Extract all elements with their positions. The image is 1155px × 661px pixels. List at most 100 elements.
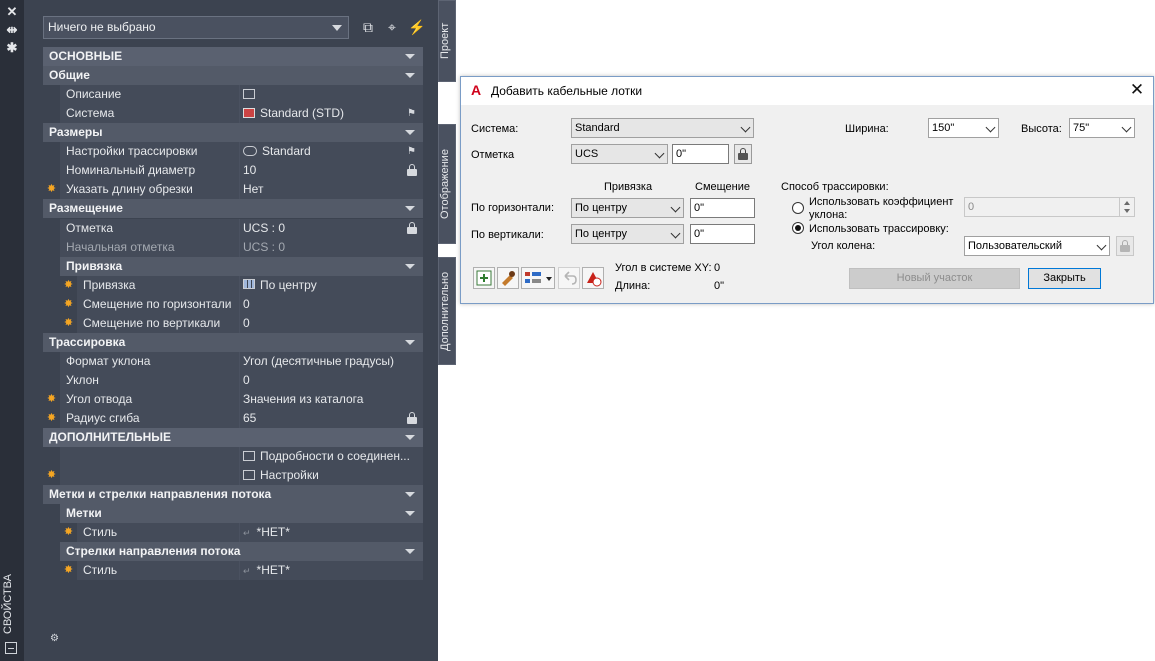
vertical-anchor-combo[interactable]: По центру (571, 224, 684, 244)
property-row[interactable]: Номинальный диаметр 10 (43, 161, 423, 181)
tab-project[interactable]: Проект (438, 0, 456, 82)
picker-icon[interactable]: ⚑ (406, 146, 417, 157)
property-row[interactable]: ✸ Смещение по вертикали 0 (43, 313, 423, 333)
lock-icon[interactable] (407, 411, 417, 424)
palette-titlebar: ✕ ⇹ ✱ СВОЙСТВА (0, 0, 24, 661)
subcategory-header[interactable]: Привязка (43, 256, 423, 276)
elevation-input[interactable]: 0" (672, 144, 729, 164)
quick-select-icon[interactable]: ⚡ (408, 19, 425, 35)
property-value[interactable]: По центру (243, 276, 418, 295)
chevron-down-icon[interactable] (405, 130, 415, 136)
width-combo[interactable]: 150" (928, 118, 999, 138)
close-run-button[interactable] (582, 267, 604, 289)
property-row[interactable]: Описание (43, 85, 423, 105)
autohide-icon[interactable]: ⇹ (4, 23, 20, 37)
category-header[interactable]: ДОПОЛНИТЕЛЬНЫЕ (43, 428, 423, 447)
property-row[interactable]: ✸ Указать длину обрезки Нет (43, 180, 423, 200)
property-row[interactable]: Начальная отметка UCS : 0 (43, 237, 423, 257)
palette-settings-icon[interactable]: ✱ (4, 41, 20, 55)
use-routing-radio[interactable] (792, 222, 804, 234)
elbow-lock-button[interactable] (1116, 236, 1134, 256)
chevron-down-icon[interactable] (405, 339, 415, 345)
properties-options-icon[interactable]: ⚙ (50, 633, 64, 645)
category-header[interactable]: Трассировка (43, 332, 423, 352)
property-row[interactable]: Система Standard (STD) ⚑ (43, 104, 423, 124)
property-value[interactable]: Нет (243, 180, 418, 199)
select-objects-icon[interactable]: ⌖ (384, 19, 400, 35)
chevron-down-icon[interactable] (405, 492, 415, 498)
category-header[interactable]: Общие (43, 66, 423, 86)
lock-icon[interactable] (407, 164, 417, 177)
undo-button[interactable] (558, 267, 580, 289)
property-value[interactable]: Standard (243, 142, 418, 161)
property-value[interactable]: 65 (243, 409, 418, 428)
category-header[interactable]: Размеры (43, 123, 423, 143)
property-row[interactable]: Уклон 0 (43, 370, 423, 390)
lock-icon[interactable] (407, 221, 417, 234)
property-row[interactable]: ✸ Стиль ↵ *НЕТ* (43, 561, 423, 581)
horizontal-anchor-combo[interactable]: По центру (571, 198, 684, 218)
chevron-down-icon[interactable] (405, 54, 415, 59)
property-value[interactable]: 0 (243, 371, 418, 390)
slope-input[interactable]: 0 (964, 197, 1135, 217)
property-value[interactable]: Подробности о соединен... (243, 447, 418, 466)
property-value[interactable] (243, 85, 418, 104)
vertical-offset-input[interactable]: 0" (690, 224, 755, 244)
property-value[interactable]: ↵ *НЕТ* (243, 523, 418, 542)
system-combo[interactable]: Standard (571, 118, 754, 138)
property-row[interactable]: ✸ Угол отвода Значения из каталога (43, 389, 423, 409)
property-row[interactable]: ✸ Настройки (43, 466, 423, 486)
property-value[interactable]: ↵ *НЕТ* (243, 561, 418, 580)
tab-extended[interactable]: Дополнительно (438, 257, 456, 365)
property-value[interactable]: 10 (243, 161, 418, 180)
chevron-down-icon[interactable] (405, 73, 415, 79)
chevron-down-icon[interactable] (405, 511, 415, 517)
chevron-down-icon[interactable] (405, 549, 415, 555)
property-value[interactable]: Значения из каталога (243, 390, 418, 409)
property-row[interactable]: ✸ Стиль ↵ *НЕТ* (43, 523, 423, 543)
new-segment-button[interactable]: Новый участок (849, 268, 1020, 289)
property-row[interactable]: Формат уклона Угол (десятичные градусы) (43, 351, 423, 371)
compass-toggle-button[interactable] (473, 267, 495, 289)
property-row[interactable]: Отметка UCS : 0 (43, 218, 423, 238)
property-row[interactable]: ✸ Смещение по горизонтали 0 (43, 294, 423, 314)
dialog-close-icon[interactable]: ✕ (1129, 81, 1145, 99)
property-value[interactable]: 0 (243, 314, 418, 333)
close-icon[interactable]: ✕ (4, 5, 20, 19)
category-header[interactable]: ОСНОВНЫЕ (43, 47, 423, 66)
category-label: Стрелки направления потока (66, 544, 241, 559)
property-value[interactable]: Standard (STD) (243, 104, 418, 123)
height-combo[interactable]: 75" (1069, 118, 1135, 138)
use-slope-radio[interactable] (792, 202, 804, 214)
chevron-down-icon[interactable] (405, 435, 415, 440)
palette-menu-icon[interactable] (5, 642, 17, 654)
elbow-angle-combo[interactable]: Пользовательский (964, 236, 1110, 256)
elevation-lock-button[interactable] (734, 144, 752, 164)
chevron-down-icon[interactable] (405, 206, 415, 212)
property-value[interactable]: Угол (десятичные градусы) (243, 352, 418, 371)
close-button[interactable]: Закрыть (1028, 268, 1101, 289)
property-value[interactable]: UCS : 0 (243, 219, 418, 238)
property-row[interactable]: Подробности о соединен... (43, 447, 423, 467)
category-header[interactable]: Размещение (43, 199, 423, 219)
toggle-pickadd-icon[interactable]: ⧉ (360, 19, 376, 35)
selection-dropdown[interactable]: Ничего не выбрано (43, 16, 349, 39)
elevation-ucs-combo[interactable]: UCS (571, 144, 668, 164)
property-value[interactable]: UCS : 0 (243, 238, 418, 257)
picker-icon[interactable]: ⚑ (406, 108, 417, 119)
match-button[interactable] (497, 267, 519, 289)
chevron-down-icon[interactable] (405, 263, 415, 269)
property-value[interactable]: Настройки (243, 466, 418, 485)
subcategory-header[interactable]: Стрелки направления потока (43, 542, 423, 562)
property-row[interactable]: ✸ Радиус сгиба 65 (43, 408, 423, 428)
horizontal-offset-input[interactable]: 0" (690, 198, 755, 218)
subcategory-header[interactable]: Метки (43, 504, 423, 524)
category-label: ОСНОВНЫЕ (49, 49, 123, 63)
layout-dropdown-button[interactable] (521, 267, 555, 289)
property-row[interactable]: ✸ Привязка По центру (43, 275, 423, 295)
property-value-text: Standard (262, 144, 311, 159)
tab-display[interactable]: Отображение (438, 124, 456, 244)
property-value[interactable]: 0 (243, 295, 418, 314)
category-header[interactable]: Метки и стрелки направления потока (43, 485, 423, 505)
property-row[interactable]: Настройки трассировки Standard ⚑ (43, 142, 423, 162)
